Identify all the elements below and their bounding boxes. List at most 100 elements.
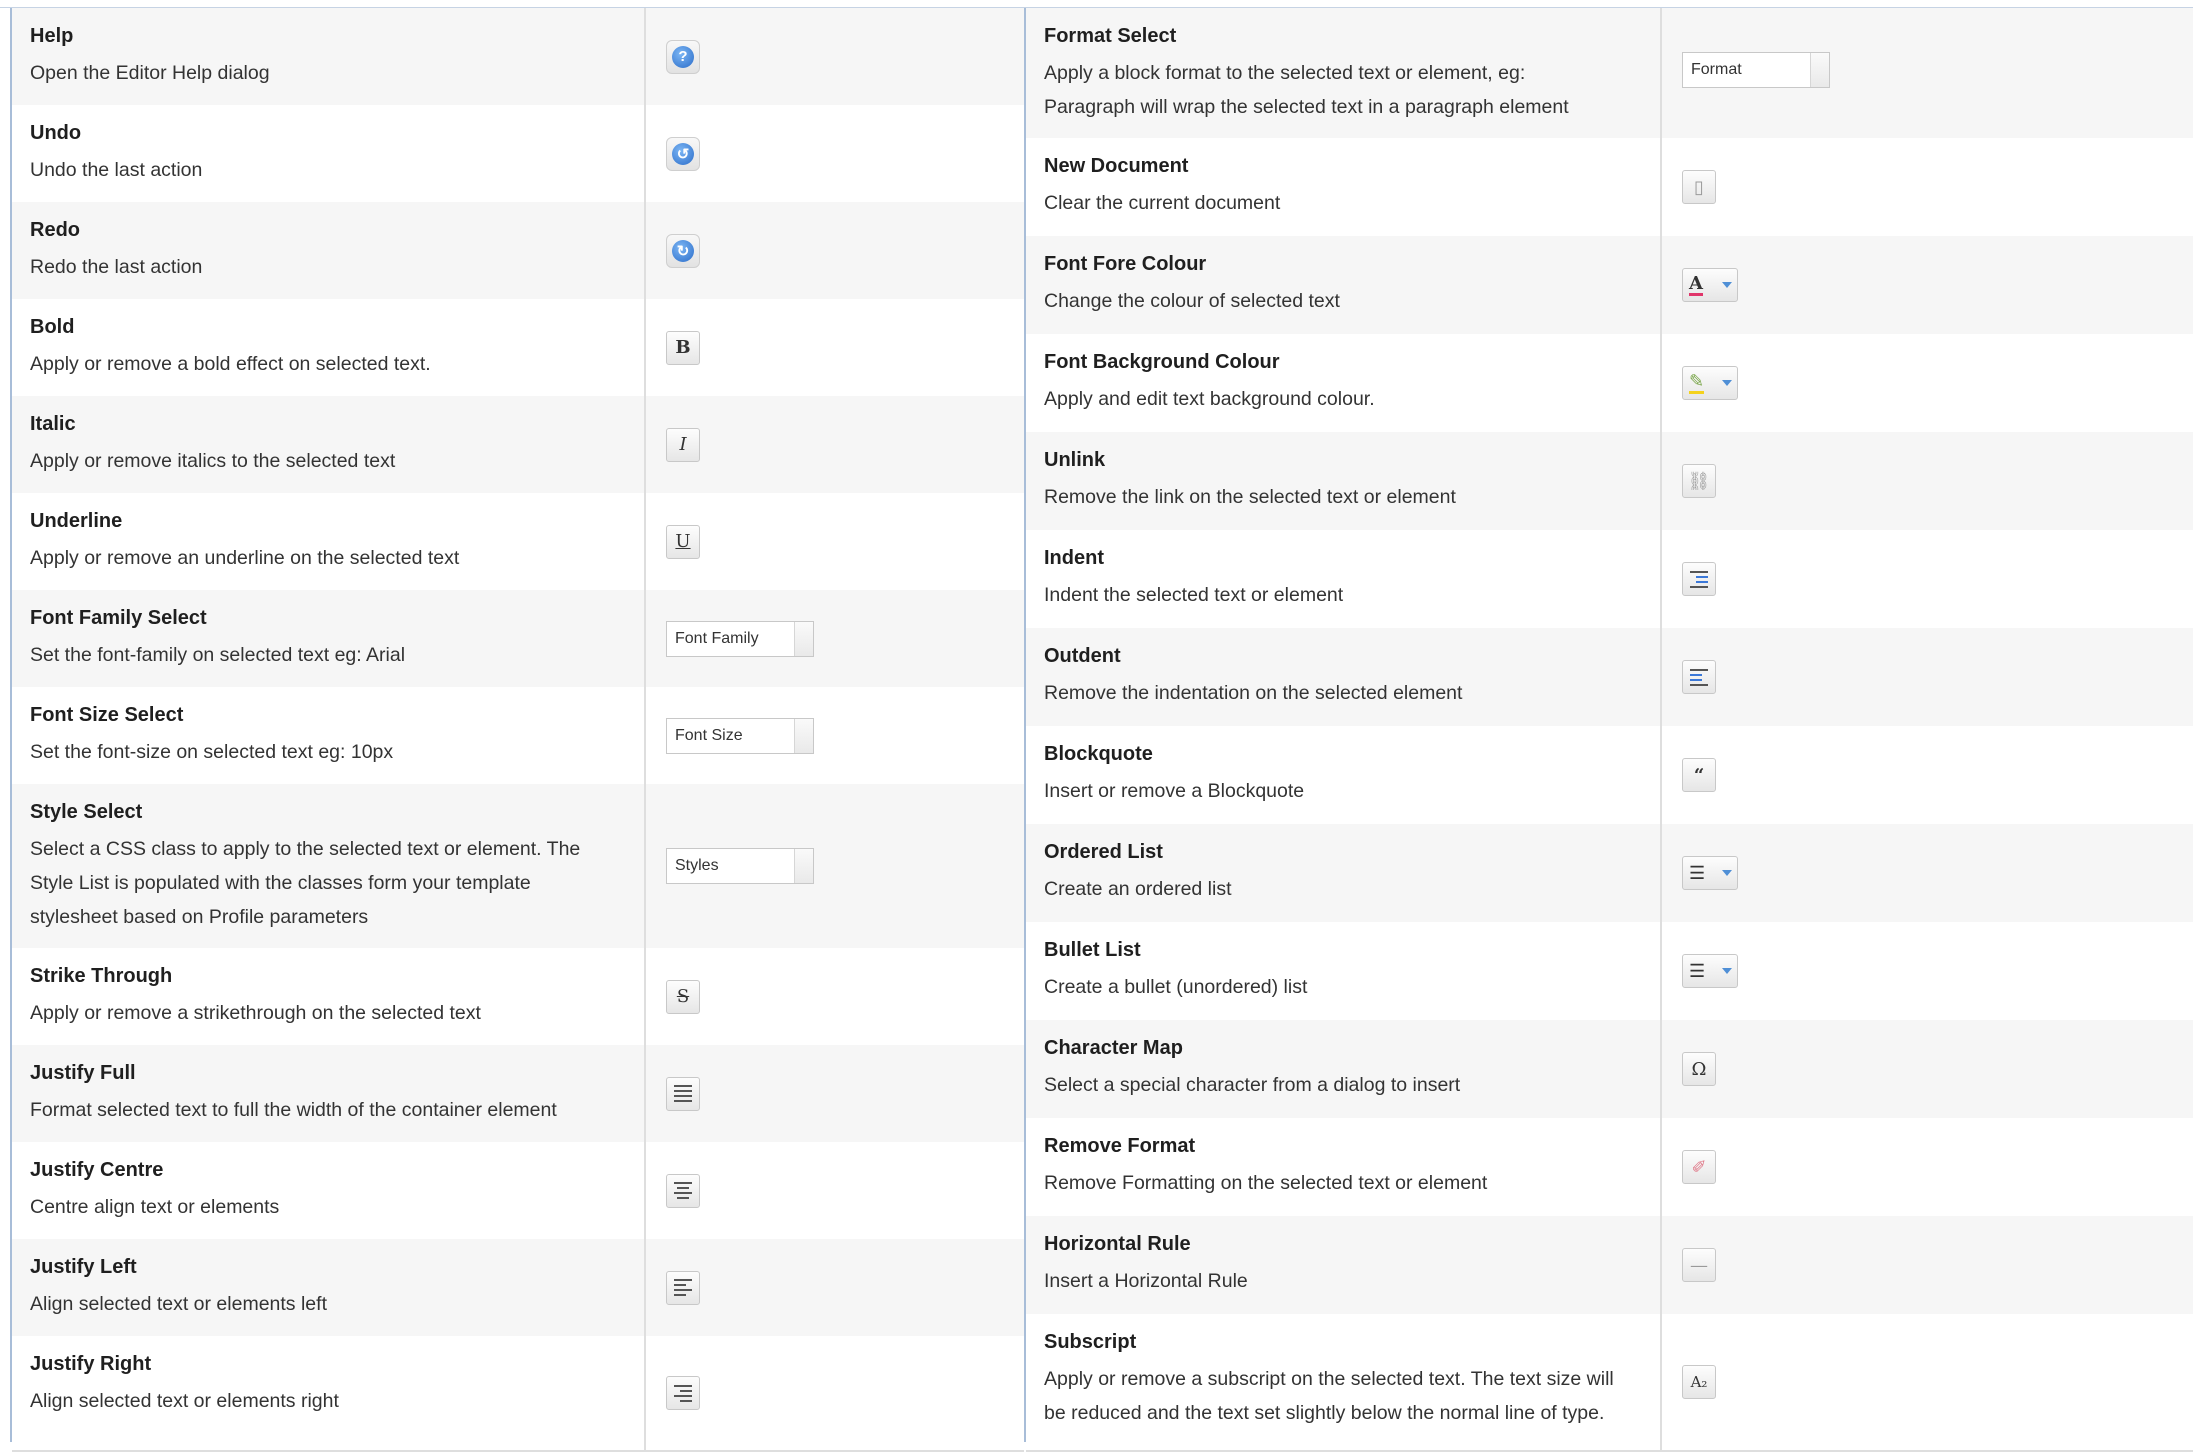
font-fore-colour-icon[interactable]: A [1682, 268, 1738, 302]
row-icon-cell [646, 1045, 1024, 1142]
row-description: Align selected text or elements right [30, 1390, 339, 1412]
character-map-icon[interactable]: Ω [1682, 1052, 1716, 1086]
row-icon-cell: B [646, 299, 1024, 396]
justify-left-icon[interactable] [666, 1270, 700, 1305]
row-description-cell: Font Size Select Set the font-size on se… [12, 687, 646, 784]
row-icon-cell: Font Size [646, 687, 1024, 784]
row-description: Remove Formatting on the selected text o… [1044, 1172, 1488, 1194]
table-row: Subscript Apply or remove a subscript on… [1026, 1314, 2193, 1452]
table-row: Remove Format Remove Formatting on the s… [1026, 1118, 2193, 1218]
table-row: Unlink Remove the link on the selected t… [1026, 432, 2193, 532]
row-title: Remove Format [1044, 1135, 1196, 1157]
row-description: Change the colour of selected text [1044, 290, 1340, 312]
undo-icon[interactable]: ↺ [666, 136, 700, 171]
row-description-cell: Format Select Apply a block format to th… [1026, 8, 1662, 138]
row-icon-cell: Format [1662, 8, 2193, 138]
row-icon-cell: ✎ [1662, 334, 2193, 432]
row-title: Horizontal Rule [1044, 1233, 1191, 1255]
row-icon-cell: Ω [1662, 1020, 2193, 1118]
unlink-icon[interactable]: ⛓ [1682, 464, 1716, 498]
row-description-cell: Font Fore Colour Change the colour of se… [1026, 236, 1662, 334]
row-description: Clear the current document [1044, 192, 1281, 214]
justify-centre-icon[interactable] [666, 1173, 700, 1208]
row-description-cell: Undo Undo the last action [12, 105, 646, 202]
table-row: Horizontal Rule Insert a Horizontal Rule… [1026, 1216, 2193, 1316]
outdent-icon[interactable] [1682, 660, 1716, 694]
table-row: Font Family Select Set the font-family o… [12, 590, 1024, 689]
row-icon-cell: Font Family [646, 590, 1024, 687]
table-row: Ordered List Create an ordered list ☰ [1026, 824, 2193, 924]
row-icon-cell: I [646, 396, 1024, 493]
table-row: Underline Apply or remove an underline o… [12, 493, 1024, 592]
row-title: Bullet List [1044, 939, 1141, 961]
format-select[interactable]: Format [1682, 52, 1830, 88]
strikethrough-icon[interactable]: S [666, 979, 700, 1014]
row-description-cell: Subscript Apply or remove a subscript on… [1026, 1314, 1662, 1450]
subscript-icon[interactable]: A₂ [1682, 1365, 1716, 1399]
row-description-cell: Justify Full Format selected text to ful… [12, 1045, 646, 1142]
row-title: Justify Right [30, 1353, 152, 1375]
row-description: Create an ordered list [1044, 878, 1232, 900]
row-title: Format Select [1044, 25, 1177, 47]
ordered-list-icon[interactable]: ☰ [1682, 856, 1738, 890]
row-description: Apply and edit text background colour. [1044, 388, 1375, 410]
row-icon-cell: A₂ [1662, 1314, 2193, 1450]
justify-right-icon[interactable] [666, 1376, 700, 1410]
bullet-list-icon[interactable]: ☰ [1682, 954, 1738, 988]
row-icon-cell: ✐ [1662, 1118, 2193, 1216]
row-description: Apply or remove a strikethrough on the s… [30, 1002, 481, 1024]
redo-icon[interactable]: ↻ [666, 233, 700, 268]
table-row: Blockquote Insert or remove a Blockquote… [1026, 726, 2193, 826]
left-feature-table: Help Open the Editor Help dialog ? Undo … [10, 8, 1026, 1452]
row-icon-cell: Styles [646, 784, 1024, 948]
chevron-down-icon [1722, 870, 1732, 876]
style-select[interactable]: Styles [666, 848, 814, 884]
row-title: Help [30, 25, 74, 47]
table-row: Undo Undo the last action ↺ [12, 105, 1024, 204]
table-row: Bullet List Create a bullet (unordered) … [1026, 922, 2193, 1022]
row-description: Undo the last action [30, 159, 203, 181]
underline-icon[interactable]: U [666, 524, 700, 559]
table-row: Style Select Select a CSS class to apply… [12, 784, 1024, 950]
chevron-down-icon [1722, 282, 1732, 288]
row-description-cell: Indent Indent the selected text or eleme… [1026, 530, 1662, 628]
row-description: Select a CSS class to apply to the selec… [30, 838, 581, 860]
row-title: Bold [30, 316, 75, 338]
horizontal-rule-icon[interactable]: — [1682, 1248, 1716, 1282]
row-title: Font Family Select [30, 607, 207, 629]
row-title: Character Map [1044, 1037, 1183, 1059]
row-description-cell: Redo Redo the last action [12, 202, 646, 299]
row-description-cell: Blockquote Insert or remove a Blockquote [1026, 726, 1662, 824]
row-icon-cell: ☰ [1662, 824, 2193, 922]
blockquote-icon[interactable]: “ [1682, 758, 1716, 792]
table-row: Justify Full Format selected text to ful… [12, 1045, 1024, 1144]
row-icon-cell: “ [1662, 726, 2193, 824]
chevron-down-icon [1722, 968, 1732, 974]
row-description: Style List is populated with the classes… [30, 872, 531, 894]
remove-format-icon[interactable]: ✐ [1682, 1150, 1716, 1184]
row-icon-cell: ▯ [1662, 138, 2193, 236]
row-description: Apply a block format to the selected tex… [1044, 62, 1526, 84]
help-icon[interactable]: ? [666, 39, 700, 74]
bold-icon[interactable]: B [666, 330, 700, 365]
row-icon-cell [1662, 530, 2193, 628]
row-description: Paragraph will wrap the selected text in… [1044, 96, 1569, 118]
table-row: Outdent Remove the indentation on the se… [1026, 628, 2193, 728]
table-row: Justify Right Align selected text or ele… [12, 1336, 1024, 1452]
table-row: New Document Clear the current document … [1026, 138, 2193, 238]
row-title: Blockquote [1044, 743, 1153, 765]
font-family-select[interactable]: Font Family [666, 620, 814, 657]
italic-icon[interactable]: I [666, 427, 700, 462]
new-document-icon[interactable]: ▯ [1682, 170, 1716, 204]
row-description: Insert or remove a Blockquote [1044, 780, 1305, 802]
indent-icon[interactable] [1682, 562, 1716, 596]
row-title: Subscript [1044, 1331, 1137, 1353]
row-title: Justify Full [30, 1062, 136, 1084]
right-feature-table: Format Select Apply a block format to th… [1024, 8, 2193, 1452]
justify-full-icon[interactable] [666, 1076, 700, 1111]
row-description-cell: New Document Clear the current document [1026, 138, 1662, 236]
row-title: Font Fore Colour [1044, 253, 1207, 275]
row-title: Italic [30, 413, 76, 435]
font-size-select[interactable]: Font Size [666, 717, 814, 754]
font-background-colour-icon[interactable]: ✎ [1682, 366, 1738, 400]
